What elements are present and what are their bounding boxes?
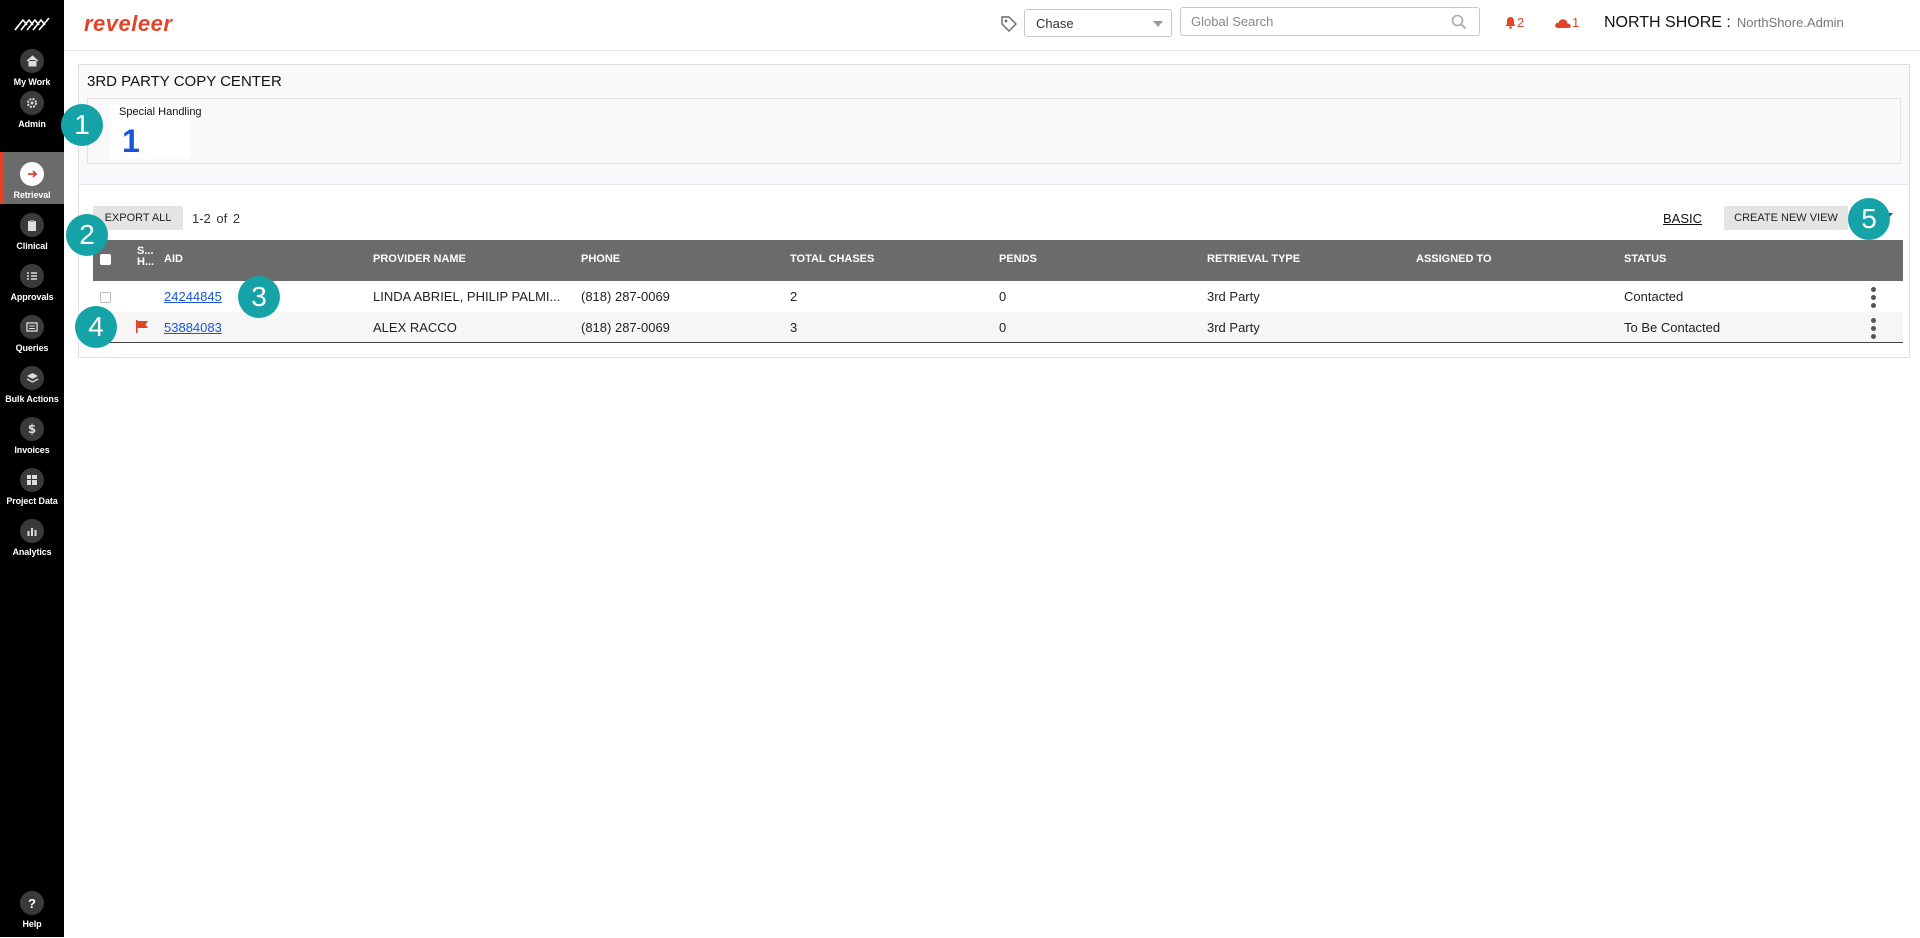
help-icon: ?: [20, 891, 44, 915]
select-all-checkbox[interactable]: [100, 254, 111, 265]
table-row[interactable]: 24244845 LINDA ABRIEL, PHILIP PALMI... (…: [93, 281, 1903, 312]
sidebar-item-label: Admin: [18, 119, 46, 129]
aid-link[interactable]: 24244845: [164, 289, 222, 304]
sidebar-item-bulk-actions[interactable]: Bulk Actions: [0, 363, 64, 413]
column-header-provider-name[interactable]: PROVIDER NAME: [373, 253, 466, 265]
stat-label: Special Handling: [119, 106, 202, 118]
row-actions-kebab-icon[interactable]: [1871, 287, 1876, 308]
sidebar-item-label: Retrieval: [13, 190, 51, 200]
special-handling-card[interactable]: Special Handling 1: [110, 105, 202, 159]
app-logo-icon[interactable]: [14, 14, 50, 36]
table-row[interactable]: 53884083 ALEX RACCO (818) 287-0069 3 0 3…: [93, 312, 1903, 343]
column-header-aid[interactable]: AID: [164, 253, 183, 265]
sidebar-item-invoices[interactable]: $ Invoices: [0, 414, 64, 464]
sidebar: My Work Admin Retrieval Clinical Approva…: [0, 0, 64, 937]
callout-1: 1: [61, 104, 103, 146]
sidebar-item-label: Queries: [15, 343, 49, 353]
status: Contacted: [1624, 289, 1684, 304]
top-header: reveleer Chase 2 1 NORTH SHORE : NorthSho…: [64, 0, 1920, 51]
status: To Be Contacted: [1624, 320, 1721, 335]
row-checkbox[interactable]: [100, 292, 111, 303]
column-header-pends[interactable]: PENDS: [999, 253, 1037, 265]
callout-5: 5: [1848, 198, 1890, 240]
summary-section: 3RD PARTY COPY CENTER Special Handling 1: [79, 65, 1909, 185]
brand-logo[interactable]: reveleer: [84, 11, 172, 37]
main-panel: 3RD PARTY COPY CENTER Special Handling 1…: [78, 64, 1910, 358]
sidebar-item-label: Invoices: [14, 445, 50, 455]
gear-icon: [20, 91, 44, 115]
arrow-right-icon: [20, 162, 44, 186]
dollar-icon: $: [20, 417, 44, 441]
sidebar-item-label: Help: [22, 919, 42, 929]
retrieval-type: 3rd Party: [1207, 289, 1260, 304]
aid-link[interactable]: 53884083: [164, 320, 222, 335]
user-name: NorthShore.Admin: [1736, 15, 1844, 30]
org-user[interactable]: NORTH SHORE : NorthShore.Admin: [1604, 14, 1844, 32]
bell-icon: [1505, 17, 1516, 29]
total-chases: 2: [790, 289, 798, 304]
phone: (818) 287-0069: [581, 320, 670, 335]
notifications-button[interactable]: 2: [1504, 15, 1524, 30]
callout-4: 4: [75, 306, 117, 348]
stat-box: Special Handling 1: [87, 98, 1901, 164]
cloud-alerts-button[interactable]: 1: [1554, 15, 1579, 30]
sidebar-item-clinical[interactable]: Clinical: [0, 210, 64, 260]
table-header: S... H... AID PROVIDER NAME PHONE TOTAL …: [93, 240, 1903, 281]
home-icon: [20, 49, 44, 73]
search-type-select[interactable]: Chase: [1024, 9, 1172, 37]
phone: (818) 287-0069: [581, 289, 670, 304]
sidebar-item-analytics[interactable]: Analytics: [0, 516, 64, 566]
sidebar-item-approvals[interactable]: Approvals: [0, 261, 64, 311]
callout-2: 2: [66, 214, 108, 256]
sidebar-item-retrieval[interactable]: Retrieval: [0, 152, 64, 204]
create-new-view-button[interactable]: CREATE NEW VIEW: [1724, 206, 1848, 230]
cloud-icon: [1555, 18, 1571, 28]
org-name: NORTH SHORE :: [1604, 14, 1731, 31]
sidebar-item-project-data[interactable]: Project Data: [0, 465, 64, 515]
column-header-status[interactable]: STATUS: [1624, 253, 1666, 265]
notifications-count: 2: [1517, 15, 1525, 30]
pends: 0: [999, 289, 1007, 304]
tag-icon[interactable]: [1000, 15, 1018, 33]
sidebar-item-admin[interactable]: Admin: [0, 88, 64, 138]
search-type-value: Chase: [1036, 16, 1074, 31]
sidebar-item-label: Clinical: [16, 241, 48, 251]
provider-name: ALEX RACCO: [373, 320, 457, 335]
column-header-total-chases[interactable]: TOTAL CHASES: [790, 253, 874, 265]
global-search-input[interactable]: [1191, 8, 1441, 34]
page-title: 3RD PARTY COPY CENTER: [87, 73, 282, 90]
stat-value: 1: [122, 123, 140, 159]
provider-name: LINDA ABRIEL, PHILIP PALMI...: [373, 289, 561, 304]
chevron-down-icon: [1153, 21, 1163, 27]
cloud-alerts-count: 1: [1572, 15, 1580, 30]
sidebar-item-label: Analytics: [12, 547, 52, 557]
column-header-special-handling[interactable]: S... H...: [137, 246, 157, 268]
sidebar-item-label: My Work: [13, 77, 51, 87]
callout-3: 3: [238, 276, 280, 318]
sidebar-item-queries[interactable]: Queries: [0, 312, 64, 362]
retrieval-type: 3rd Party: [1207, 320, 1260, 335]
sidebar-item-help[interactable]: ? Help: [0, 888, 64, 938]
row-actions-kebab-icon[interactable]: [1871, 318, 1876, 339]
sidebar-item-label: Project Data: [6, 496, 58, 506]
global-search: [1180, 7, 1480, 36]
chart-icon: [20, 519, 44, 543]
checklist-icon: [20, 264, 44, 288]
list-icon: [20, 315, 44, 339]
pagination-count: 1-2 of 2: [192, 211, 241, 226]
flag-icon[interactable]: [135, 320, 149, 333]
column-header-assigned-to[interactable]: ASSIGNED TO: [1416, 253, 1492, 265]
grid-icon: [20, 468, 44, 492]
search-icon[interactable]: [1451, 14, 1467, 30]
clipboard-icon: [20, 213, 44, 237]
total-chases: 3: [790, 320, 798, 335]
sidebar-item-label: Approvals: [10, 292, 54, 302]
column-header-retrieval-type[interactable]: RETRIEVAL TYPE: [1207, 253, 1300, 265]
layers-icon: [20, 366, 44, 390]
sidebar-item-label: Bulk Actions: [5, 394, 59, 404]
pends: 0: [999, 320, 1007, 335]
column-header-phone[interactable]: PHONE: [581, 253, 620, 265]
basic-view-link[interactable]: BASIC: [1663, 211, 1702, 226]
